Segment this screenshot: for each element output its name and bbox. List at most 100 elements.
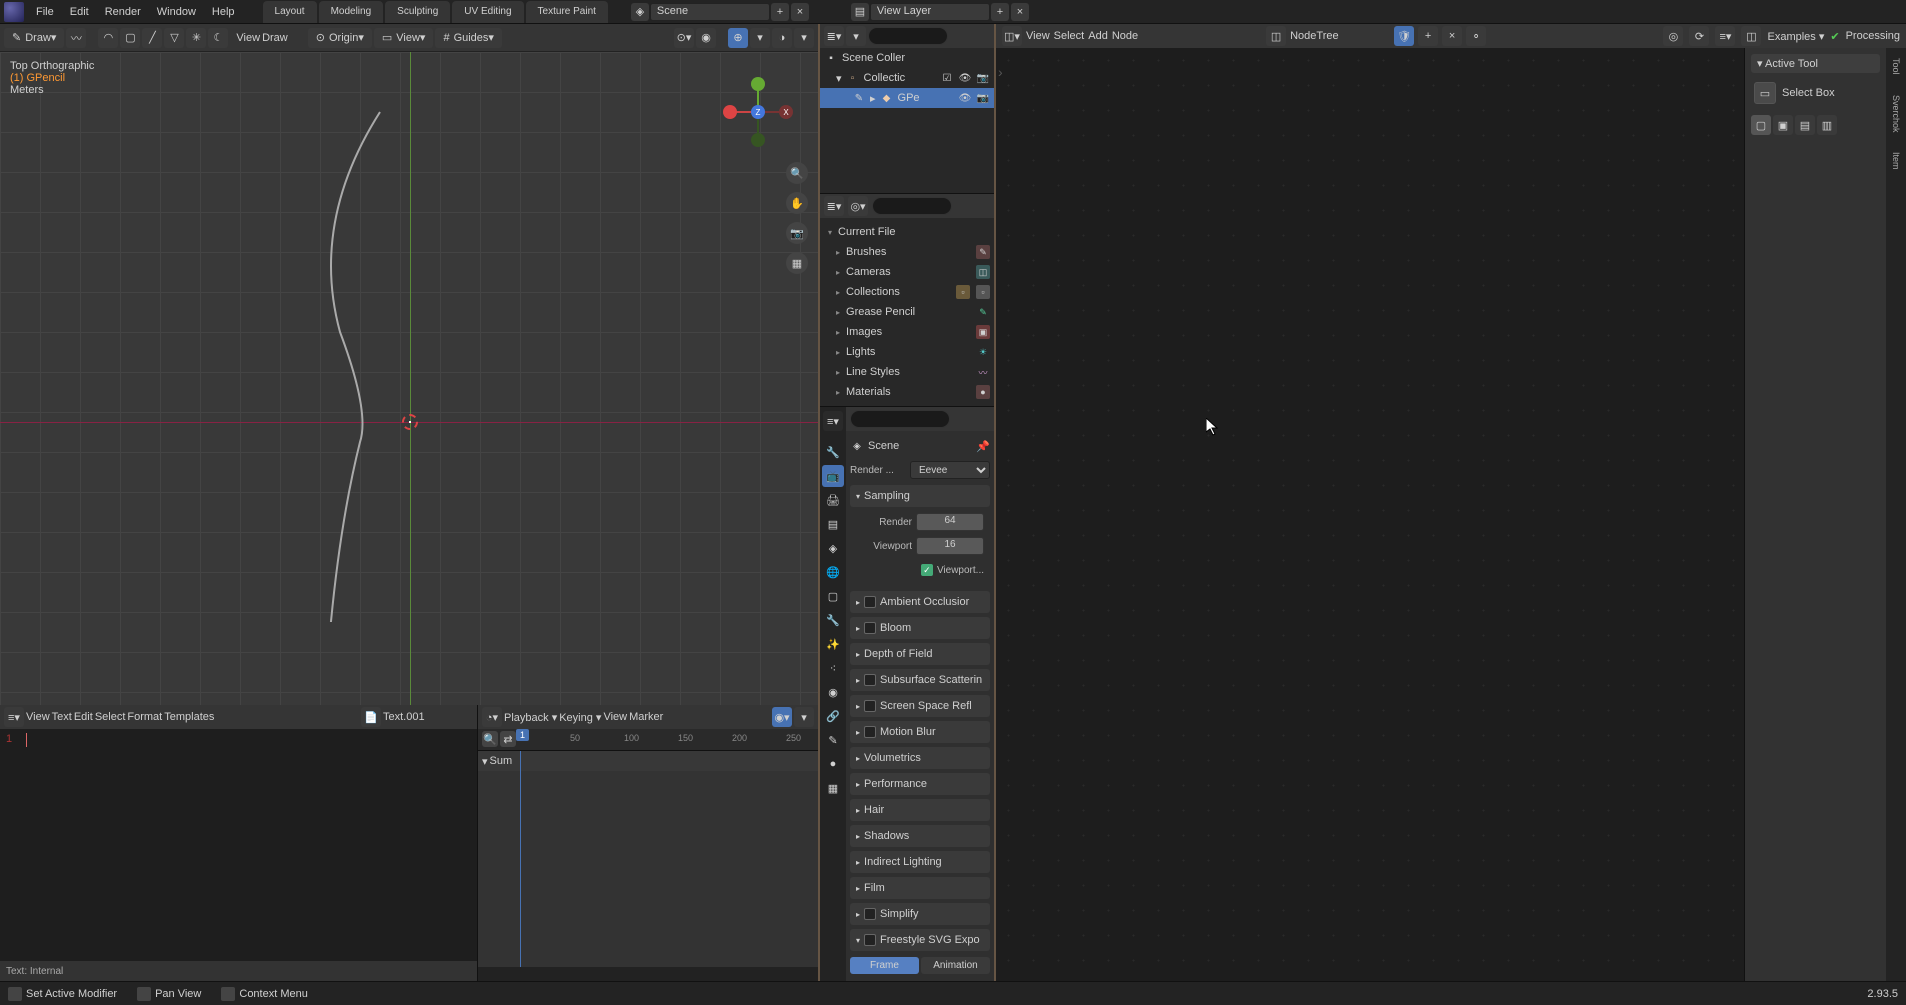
panel-depth-of-field[interactable]: ▸Depth of Field bbox=[850, 643, 990, 665]
ruler-search-icon[interactable]: 🔍 bbox=[482, 731, 498, 747]
dopesheet-body[interactable]: ▾ Sum bbox=[478, 751, 818, 967]
tab-constraint-icon[interactable]: 🔗 bbox=[822, 705, 844, 727]
line-tool-icon[interactable]: ╱ bbox=[142, 28, 162, 48]
db-row-cameras[interactable]: ▸Cameras◫ bbox=[824, 262, 990, 282]
perspective-icon[interactable]: ▦ bbox=[786, 252, 808, 274]
tab-data-icon[interactable]: ✎ bbox=[822, 729, 844, 751]
checkbox-icon[interactable]: ☑ bbox=[940, 71, 954, 85]
shield-icon[interactable]: 🛡 bbox=[1394, 26, 1414, 46]
panel-film[interactable]: ▸Film bbox=[850, 877, 990, 899]
status-icon-1[interactable]: ◎ bbox=[1663, 26, 1683, 46]
crescent-tool-icon[interactable]: ☾ bbox=[208, 28, 228, 48]
fake-user-icon[interactable]: ⚬ bbox=[1466, 26, 1486, 46]
ds-extra-icon[interactable]: ▾ bbox=[794, 707, 814, 727]
blender-logo-icon[interactable] bbox=[4, 2, 24, 22]
eye-icon[interactable]: 👁 bbox=[958, 91, 972, 105]
scene-icon[interactable]: ◈ bbox=[631, 3, 649, 21]
navigation-gizmo[interactable]: X Z bbox=[718, 72, 798, 152]
ds-menu-playback[interactable]: Playback ▾ bbox=[504, 711, 557, 724]
zoom-icon[interactable]: 🔍 bbox=[786, 162, 808, 184]
viewlayer-new-icon[interactable]: + bbox=[991, 3, 1009, 21]
panel-performance[interactable]: ▸Performance bbox=[850, 773, 990, 795]
tab-material-icon[interactable]: ● bbox=[822, 753, 844, 775]
menu-help[interactable]: Help bbox=[204, 0, 243, 24]
panel-shadows[interactable]: ▸Shadows bbox=[850, 825, 990, 847]
select-box-tool[interactable]: ▭ Select Box bbox=[1751, 79, 1880, 107]
tab-viewlayer-icon[interactable]: ▤ bbox=[822, 513, 844, 535]
properties-type-icon[interactable]: ≡▾ bbox=[823, 411, 843, 431]
footer-tab-frame[interactable]: Frame bbox=[850, 957, 919, 974]
tab-modifier-icon[interactable]: 🔧 bbox=[822, 609, 844, 631]
checkbox-icon[interactable] bbox=[864, 596, 876, 608]
tab-sculpting[interactable]: Sculpting bbox=[385, 1, 450, 23]
dopesheet-scrollbar[interactable] bbox=[478, 967, 818, 981]
magnet-icon[interactable]: ⊙▾ bbox=[674, 28, 694, 48]
tab-texture-paint[interactable]: Texture Paint bbox=[526, 1, 608, 23]
db-row-gpencil[interactable]: ▸Grease Pencil✎ bbox=[824, 302, 990, 322]
viewport-samples-field[interactable]: 16 bbox=[916, 537, 984, 555]
sidebar-header[interactable]: ▾ Active Tool bbox=[1751, 54, 1880, 73]
panel-volumetrics[interactable]: ▸Volumetrics bbox=[850, 747, 990, 769]
db-row-materials[interactable]: ▸Materials● bbox=[824, 382, 990, 402]
view3d-menu-view[interactable]: View bbox=[236, 32, 260, 44]
origin-selector[interactable]: ⊙ Origin ▾ bbox=[308, 28, 372, 48]
panel-ambient-occlusior[interactable]: ▸Ambient Occlusior bbox=[850, 591, 990, 613]
dopesheet-type-icon[interactable]: ◔▾ bbox=[482, 707, 502, 727]
tab-object-icon[interactable]: ▢ bbox=[822, 585, 844, 607]
status-icon-4[interactable]: ◫ bbox=[1741, 26, 1761, 46]
viewlayer-delete-icon[interactable]: × bbox=[1011, 3, 1029, 21]
gizmo-x-icon[interactable] bbox=[723, 105, 737, 119]
node-editor-type-icon[interactable]: ◫▾ bbox=[1002, 26, 1022, 46]
nodetree-unlink-icon[interactable]: × bbox=[1442, 26, 1462, 46]
view-selector[interactable]: ▭ View ▾ bbox=[374, 28, 434, 48]
scene-name-input[interactable]: Scene bbox=[650, 3, 770, 21]
timeline-ruler[interactable]: 🔍 ⇄ 1 50 100 150 200 250 bbox=[478, 729, 818, 751]
tab-world-icon[interactable]: 🌐 bbox=[822, 561, 844, 583]
tab-modeling[interactable]: Modeling bbox=[319, 1, 384, 23]
tab-output-icon[interactable]: 🖨 bbox=[822, 489, 844, 511]
proportional-icon[interactable]: ◉ bbox=[696, 28, 716, 48]
arc-tool-icon[interactable]: ◠ bbox=[98, 28, 118, 48]
select-intersect-icon[interactable]: ▥ bbox=[1817, 115, 1837, 135]
checkbox-icon[interactable] bbox=[864, 700, 876, 712]
data-browser-type-icon[interactable]: ≣▾ bbox=[824, 196, 844, 216]
tab-fx-icon[interactable]: ✨ bbox=[822, 633, 844, 655]
menu-file[interactable]: File bbox=[28, 0, 62, 24]
db-row-images[interactable]: ▸Images▣ bbox=[824, 322, 990, 342]
rtab-tool[interactable]: Tool bbox=[1891, 58, 1901, 75]
3d-viewport[interactable]: Top Orthographic (1) GPencil Meters X Z … bbox=[0, 52, 818, 705]
node-canvas[interactable]: › bbox=[996, 48, 1744, 981]
sampling-header[interactable]: ▾ Sampling bbox=[850, 485, 990, 507]
rtab-sverchok[interactable]: Sverchok bbox=[1891, 95, 1901, 133]
status-icon-2[interactable]: ⟳ bbox=[1689, 26, 1709, 46]
db-row-brushes[interactable]: ▸Brushes✎ bbox=[824, 242, 990, 262]
render-engine-select[interactable]: Eevee bbox=[910, 461, 990, 479]
viewlayer-icon[interactable]: ▤ bbox=[851, 3, 869, 21]
db-row-lights[interactable]: ▸Lights☀ bbox=[824, 342, 990, 362]
gizmo-toggle-icon[interactable]: ⊕ bbox=[728, 28, 748, 48]
tab-scene-icon[interactable]: ◈ bbox=[822, 537, 844, 559]
checkbox-icon[interactable] bbox=[864, 674, 876, 686]
node-menu-node[interactable]: Node bbox=[1112, 30, 1138, 42]
overlay-icon[interactable]: ◑ bbox=[772, 28, 792, 48]
ds-filter-icon[interactable]: ◉▾ bbox=[772, 707, 792, 727]
summary-row[interactable]: ▾ Sum bbox=[478, 751, 818, 771]
checkbox-icon[interactable] bbox=[864, 934, 876, 946]
text-editor-type-icon[interactable]: ≡▾ bbox=[4, 707, 24, 727]
panel-indirect-lighting[interactable]: ▸Indirect Lighting bbox=[850, 851, 990, 873]
tab-uv-editing[interactable]: UV Editing bbox=[452, 1, 523, 23]
ruler-sync-icon[interactable]: ⇄ bbox=[500, 731, 516, 747]
node-menu-select[interactable]: Select bbox=[1054, 30, 1085, 42]
rtab-item[interactable]: Item bbox=[1891, 152, 1901, 170]
te-menu-text[interactable]: Text bbox=[52, 711, 72, 723]
outliner-collection[interactable]: ▾ ▫ Collectic ☑ 👁 📷 bbox=[820, 68, 994, 88]
tab-physics-icon[interactable]: ◉ bbox=[822, 681, 844, 703]
box-tool-icon[interactable]: ▢ bbox=[120, 28, 140, 48]
select-set-icon[interactable]: ▢ bbox=[1751, 115, 1771, 135]
overlay-options-icon[interactable]: ▾ bbox=[794, 28, 814, 48]
footer-tab-animation[interactable]: Animation bbox=[921, 957, 990, 974]
nodetree-icon[interactable]: ◫ bbox=[1266, 26, 1286, 46]
panel-screen-space-refl[interactable]: ▸Screen Space Refl bbox=[850, 695, 990, 717]
outliner-type-icon[interactable]: ≣▾ bbox=[824, 26, 844, 46]
db-row-collections[interactable]: ▸Collections▫▫ bbox=[824, 282, 990, 302]
